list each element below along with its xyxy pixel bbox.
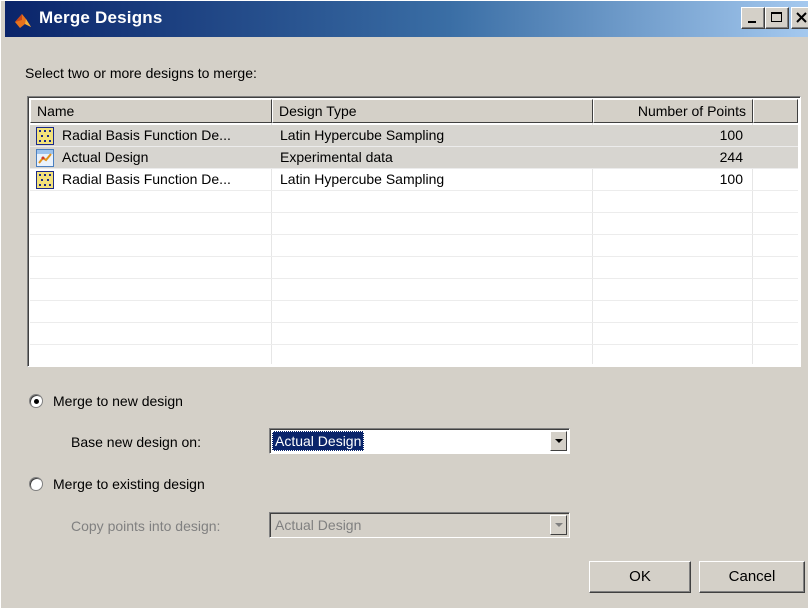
number-of-points: 244 — [719, 149, 743, 165]
base-design-selected-value: Actual Design — [272, 431, 365, 451]
grid-design-icon — [36, 171, 54, 189]
empty-row — [30, 301, 798, 323]
empty-row — [30, 213, 798, 235]
table-row[interactable]: Actual Design Experimental data 244 — [30, 147, 798, 169]
chevron-down-icon — [555, 523, 563, 527]
base-new-design-label: Base new design on: — [71, 434, 201, 450]
designs-table[interactable]: Name Design Type Number of Points Radial… — [27, 96, 801, 367]
merge-designs-dialog: Merge Designs Select two or more designs… — [0, 0, 808, 608]
maximize-icon — [771, 12, 782, 22]
cancel-button[interactable]: Cancel — [699, 561, 805, 593]
base-design-dropdown-button[interactable] — [550, 431, 567, 451]
design-type: Latin Hypercube Sampling — [280, 171, 445, 187]
close-icon — [796, 12, 807, 23]
merge-to-new-design-radio[interactable] — [29, 394, 43, 408]
design-type: Latin Hypercube Sampling — [280, 127, 445, 143]
experimental-data-icon — [36, 149, 54, 167]
copy-into-dropdown-button[interactable] — [550, 515, 567, 535]
ok-button[interactable]: OK — [589, 561, 691, 593]
number-of-points: 100 — [719, 127, 743, 143]
table-row[interactable]: Radial Basis Function De... Latin Hyperc… — [30, 125, 798, 147]
design-name: Radial Basis Function De... — [62, 171, 231, 187]
grid-design-icon — [36, 127, 54, 145]
merge-to-new-design-label: Merge to new design — [53, 393, 183, 409]
column-header-name[interactable]: Name — [30, 99, 272, 123]
copy-into-design-value: Actual Design — [275, 517, 362, 533]
chevron-down-icon — [555, 439, 563, 443]
base-design-dropdown[interactable]: Actual Design — [269, 428, 570, 454]
empty-row — [30, 235, 798, 257]
number-of-points: 100 — [719, 171, 743, 187]
merge-to-existing-design-label: Merge to existing design — [53, 476, 205, 492]
close-button[interactable] — [791, 7, 808, 29]
empty-row — [30, 257, 798, 279]
window-title: Merge Designs — [39, 8, 163, 27]
empty-row — [30, 279, 798, 301]
minimize-icon — [748, 21, 756, 23]
merge-to-existing-design-radio[interactable] — [29, 477, 43, 491]
column-header-design-type[interactable]: Design Type — [272, 99, 593, 123]
design-name: Actual Design — [62, 149, 149, 165]
table-row[interactable]: Radial Basis Function De... Latin Hyperc… — [30, 169, 798, 191]
copy-into-design-dropdown[interactable]: Actual Design — [269, 512, 570, 538]
design-name: Radial Basis Function De... — [62, 127, 231, 143]
copy-points-into-design-label: Copy points into design: — [71, 518, 221, 534]
empty-row — [30, 191, 798, 213]
column-header-number-of-points[interactable]: Number of Points — [593, 99, 753, 123]
minimize-button[interactable] — [741, 7, 765, 29]
matlab-logo-icon — [15, 14, 31, 28]
title-bar[interactable]: Merge Designs — [5, 1, 808, 37]
instruction-text: Select two or more designs to merge: — [25, 65, 257, 81]
maximize-button[interactable] — [765, 7, 789, 29]
radio-selected-dot — [34, 399, 39, 404]
empty-row — [30, 323, 798, 345]
design-type: Experimental data — [280, 149, 393, 165]
column-header-spacer — [753, 99, 798, 123]
